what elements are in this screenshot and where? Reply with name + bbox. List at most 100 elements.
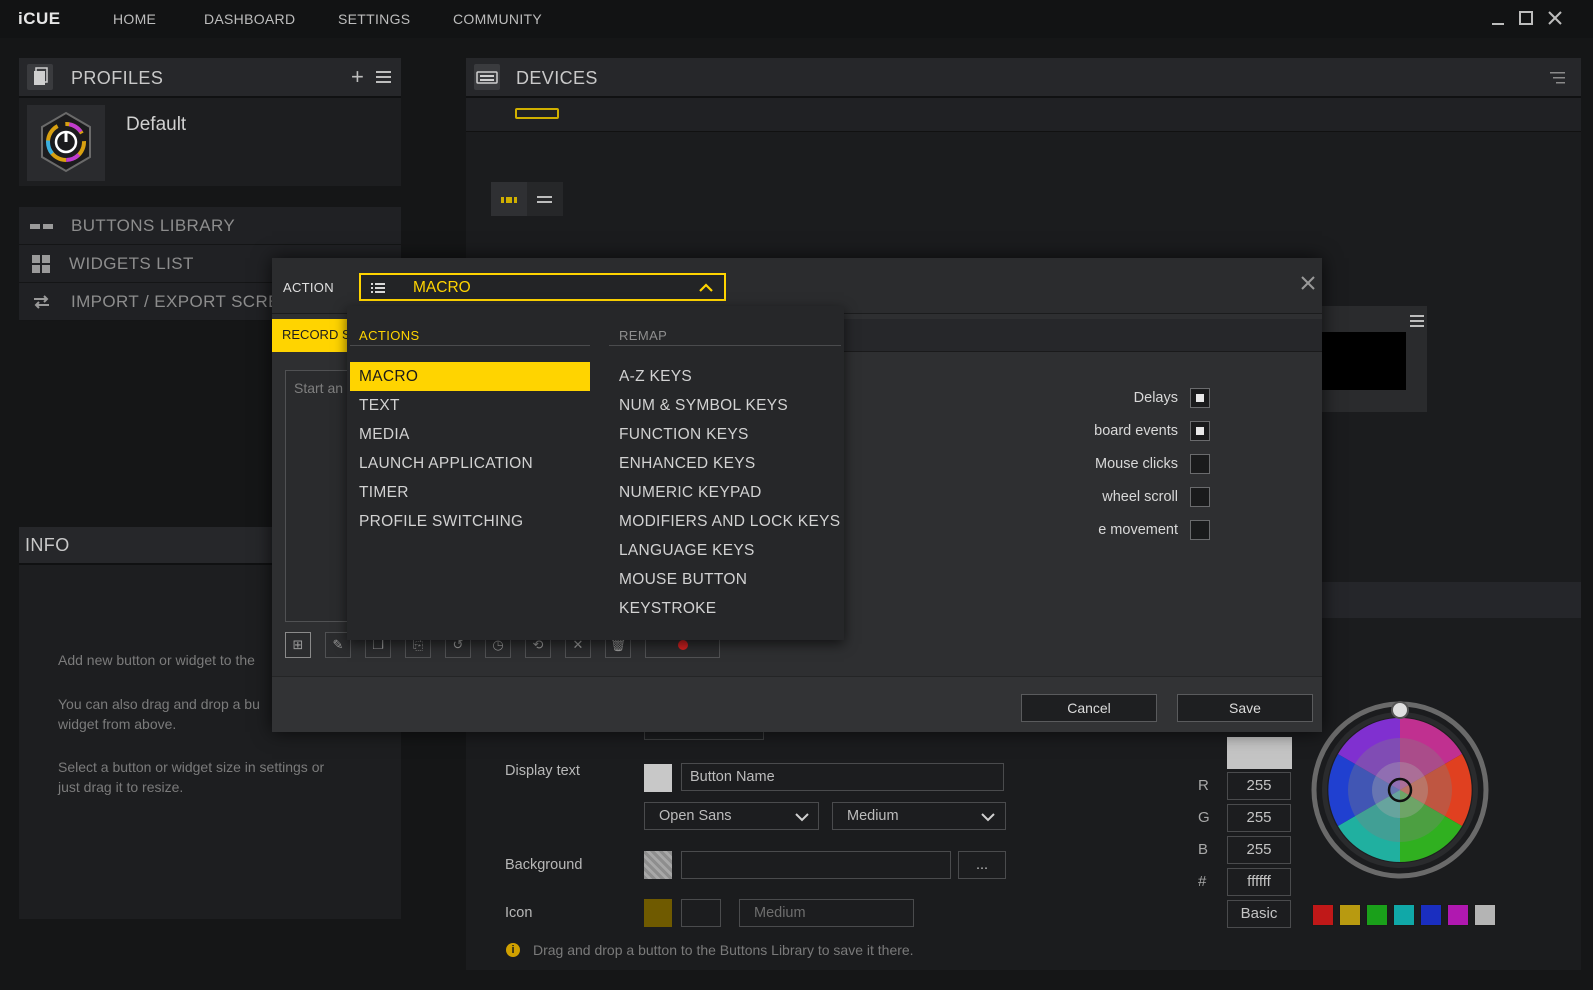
add-profile-icon[interactable]: + — [351, 64, 364, 90]
display-text-input[interactable]: Button Name — [681, 763, 1004, 791]
record-tab-label: RECORD S — [282, 327, 351, 342]
background-browse-button[interactable]: ... — [958, 851, 1006, 879]
macro-list[interactable]: Start an — [285, 370, 355, 622]
nav-settings[interactable]: SETTINGS — [338, 11, 410, 27]
background-swatch[interactable] — [644, 851, 672, 879]
color-preset-swatch[interactable] — [1447, 904, 1469, 926]
action-option-label: LAUNCH APPLICATION — [359, 455, 533, 472]
action-option-label: TEXT — [359, 397, 400, 414]
remap-option-label: MODIFIERS AND LOCK KEYS — [619, 513, 841, 530]
weight-select[interactable]: Medium — [832, 802, 1006, 830]
remap-option-label: NUMERIC KEYPAD — [619, 484, 762, 501]
app-logo: iCUE — [18, 9, 61, 28]
color-preset-swatch[interactable] — [1420, 904, 1442, 926]
actions-list: MACRO TEXT MEDIA LAUNCH APPLICATION TIMER PRO… — [350, 362, 590, 562]
remap-divider — [609, 345, 841, 346]
action-option[interactable]: MEDIA — [350, 420, 590, 449]
background-input[interactable] — [681, 851, 951, 879]
record-tab[interactable]: RECORD S — [272, 319, 352, 352]
info-line-3b: just drag it to resize. — [58, 779, 184, 795]
record-option-label: e movement — [1098, 522, 1178, 538]
profile-name[interactable]: Default — [126, 114, 186, 136]
hex-label: # — [1198, 873, 1207, 890]
remap-option-label: KEYSTROKE — [619, 600, 717, 617]
g-label: G — [1198, 809, 1210, 826]
remap-option[interactable]: ENHANCED KEYS — [609, 449, 841, 478]
devices-menu-icon[interactable] — [1550, 71, 1566, 90]
profile-avatar[interactable] — [27, 105, 105, 181]
profiles-icon — [27, 64, 53, 90]
record-option-label: Delays — [1133, 390, 1178, 406]
buttons-library-icon — [27, 213, 57, 239]
info-icon: i — [506, 943, 520, 957]
color-preset-swatch[interactable] — [1393, 904, 1415, 926]
nav-home[interactable]: HOME — [113, 11, 156, 27]
close-window-icon[interactable] — [1545, 8, 1565, 28]
font-select[interactable]: Open Sans — [644, 802, 819, 830]
record-option-checkbox[interactable] — [1190, 388, 1210, 408]
cancel-button[interactable]: Cancel — [1021, 694, 1157, 722]
hex-input[interactable]: ffffff — [1227, 868, 1291, 896]
save-button[interactable]: Save — [1177, 694, 1313, 722]
action-option[interactable]: TEXT — [350, 391, 590, 420]
r-input[interactable]: 255 — [1227, 772, 1291, 800]
color-preset-swatch[interactable] — [1366, 904, 1388, 926]
remap-option[interactable]: LANGUAGE KEYS — [609, 536, 841, 565]
actions-divider — [350, 345, 590, 346]
remap-option[interactable]: MODIFIERS AND LOCK KEYS — [609, 507, 841, 536]
remap-option[interactable]: KEYSTROKE — [609, 594, 841, 623]
action-option-label: MACRO — [359, 368, 419, 385]
icon-picker[interactable] — [681, 899, 721, 927]
profiles-menu-icon[interactable] — [376, 70, 392, 89]
basic-button[interactable]: Basic — [1227, 900, 1291, 928]
icon-color-swatch[interactable] — [644, 899, 672, 927]
nav-dashboard[interactable]: DASHBOARD — [204, 11, 295, 27]
record-option-label: Mouse clicks — [1095, 456, 1178, 472]
remap-option-label: FUNCTION KEYS — [619, 426, 749, 443]
g-input[interactable]: 255 — [1227, 804, 1291, 832]
widget-menu-icon[interactable] — [1410, 314, 1424, 333]
close-dialog-icon[interactable] — [1300, 275, 1316, 296]
remap-option[interactable]: MOUSE BUTTON — [609, 565, 841, 594]
add-step-icon[interactable]: ⊞ — [285, 632, 311, 658]
grid-view-icon[interactable] — [491, 182, 527, 216]
remap-option[interactable]: A-Z KEYS — [609, 362, 841, 391]
record-option-checkbox[interactable] — [1190, 520, 1210, 540]
color-wheel[interactable] — [1310, 700, 1490, 880]
color-preset-swatch[interactable] — [1339, 904, 1361, 926]
buttons-library-label: BUTTONS LIBRARY — [71, 216, 236, 235]
info-title: INFO — [25, 535, 70, 555]
actions-header: ACTIONS — [359, 328, 420, 343]
b-input[interactable]: 255 — [1227, 836, 1291, 864]
action-dropdown: ACTIONS REMAP MACRO TEXT MEDIA LAUNCH APPLI… — [347, 306, 844, 640]
record-option-checkbox[interactable] — [1190, 421, 1210, 441]
remap-option[interactable]: NUMERIC KEYPAD — [609, 478, 841, 507]
action-option[interactable]: PROFILE SWITCHING — [350, 507, 590, 536]
info-line-3a: Select a button or widget size in settin… — [58, 759, 325, 775]
color-presets — [1312, 904, 1502, 926]
action-select-value: MACRO — [413, 279, 471, 296]
remap-option[interactable]: NUM & SYMBOL KEYS — [609, 391, 841, 420]
remap-header: REMAP — [619, 328, 668, 343]
action-label: ACTION — [283, 280, 334, 295]
color-preset-swatch[interactable] — [1474, 904, 1496, 926]
nav-community[interactable]: COMMUNITY — [453, 11, 542, 27]
widget-preview[interactable] — [1320, 332, 1406, 390]
action-option[interactable]: TIMER — [350, 478, 590, 507]
list-view-icon[interactable] — [527, 182, 563, 216]
remap-option[interactable]: FUNCTION KEYS — [609, 420, 841, 449]
import-export-label: IMPORT / EXPORT SCREE — [71, 292, 292, 311]
maximize-icon[interactable] — [1516, 8, 1536, 28]
background-label: Background — [505, 857, 583, 873]
device-thumbnail[interactable] — [515, 108, 559, 119]
action-option[interactable]: LAUNCH APPLICATION — [350, 449, 590, 478]
icon-size-select[interactable]: Medium — [739, 899, 914, 927]
record-option-checkbox[interactable] — [1190, 487, 1210, 507]
color-preset-swatch[interactable] — [1312, 904, 1334, 926]
action-option[interactable]: MACRO — [350, 362, 590, 391]
action-select[interactable]: MACRO — [359, 273, 726, 301]
minimize-icon[interactable] — [1488, 8, 1508, 28]
remap-option-label: LANGUAGE KEYS — [619, 542, 755, 559]
text-color-swatch[interactable] — [644, 764, 672, 792]
record-option-checkbox[interactable] — [1190, 454, 1210, 474]
